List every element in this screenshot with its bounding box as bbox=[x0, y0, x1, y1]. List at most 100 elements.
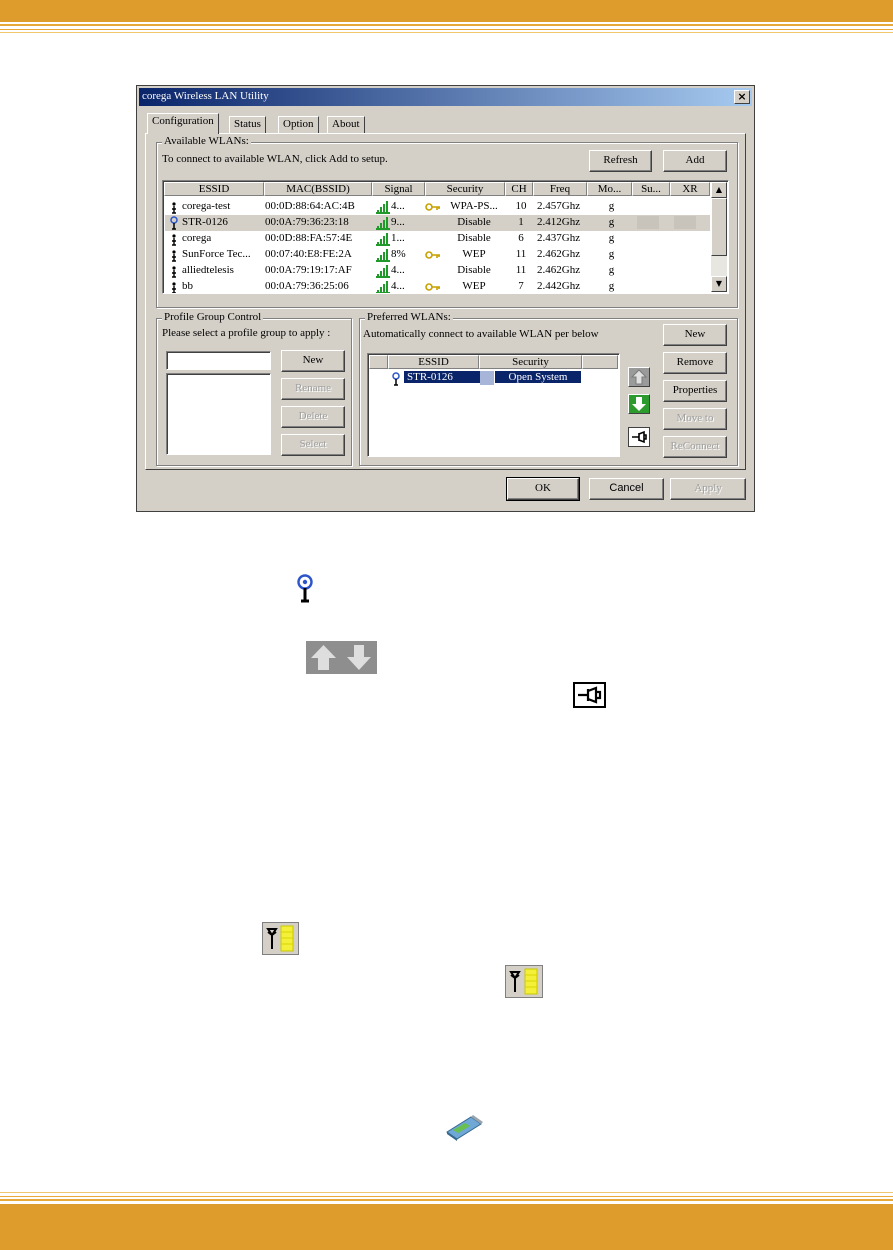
cell-freq: 2.412Ghz bbox=[537, 216, 581, 228]
window-title: corega Wireless LAN Utility bbox=[142, 90, 269, 102]
cell-ch: 11 bbox=[515, 248, 527, 260]
col-ch[interactable]: CH bbox=[505, 182, 533, 196]
cell-mac: 00:0A:79:36:25:06 bbox=[265, 280, 349, 292]
wireless-card-icon bbox=[446, 1115, 483, 1141]
preferred-wlans-legend: Preferred WLANs: bbox=[365, 311, 453, 323]
available-wlans-list[interactable]: ESSID MAC(BSSID) Signal Security CH Freq… bbox=[162, 180, 729, 294]
preferred-hint: Automatically connect to available WLAN … bbox=[363, 328, 599, 340]
rename-button[interactable]: Rename bbox=[281, 378, 345, 400]
cell-security: Disable bbox=[457, 216, 491, 228]
signal-bars-icon bbox=[376, 265, 390, 278]
cell-signal: 1... bbox=[391, 232, 405, 244]
pin-icon bbox=[573, 682, 606, 708]
cell-signal: 8% bbox=[391, 248, 406, 260]
selection-gap bbox=[480, 371, 494, 385]
cell-signal: 4... bbox=[391, 264, 405, 276]
cell-freq: 2.462Ghz bbox=[537, 248, 581, 260]
cell-ch: 10 bbox=[515, 200, 527, 212]
cell-security: WEP bbox=[462, 280, 486, 292]
available-wlan-row[interactable]: bb 00:0A:79:36:25:06 4... WEP 7 2.442Ghz g bbox=[165, 279, 710, 293]
profile-group-list[interactable] bbox=[166, 373, 271, 455]
cell-mac: 00:0A:79:19:17:AF bbox=[265, 264, 352, 276]
col-mac[interactable]: MAC(BSSID) bbox=[264, 182, 372, 196]
reconnect-button[interactable]: ReConnect bbox=[663, 436, 727, 458]
cell-freq: 2.442Ghz bbox=[537, 280, 581, 292]
move-down-arrow-icon[interactable] bbox=[628, 394, 650, 414]
cell-signal: 9... bbox=[391, 216, 405, 228]
preferred-wlan-row[interactable]: STR-0126 Open System bbox=[370, 371, 610, 387]
col-super[interactable]: Su... bbox=[632, 182, 670, 196]
tab-configuration[interactable]: Configuration bbox=[147, 113, 219, 134]
pref-col-essid[interactable]: ESSID bbox=[388, 355, 479, 369]
col-security[interactable]: Security bbox=[425, 182, 505, 196]
available-wlan-row[interactable]: corega-test 00:0D:88:64:AC:4B 4... WPA-PS..… bbox=[165, 199, 710, 215]
cell-security: WEP bbox=[462, 248, 486, 260]
bottom-orange-band bbox=[0, 1204, 893, 1250]
remove-button[interactable]: Remove bbox=[663, 352, 727, 374]
move-up-arrow-icon bbox=[306, 641, 341, 674]
col-xr[interactable]: XR bbox=[670, 182, 710, 196]
scroll-up-button[interactable]: ▲ bbox=[711, 182, 727, 198]
available-wlan-row[interactable]: corega 00:0D:88:FA:57:4E 1... Disable 6 2.437… bbox=[165, 231, 710, 247]
connected-ap-icon bbox=[297, 574, 313, 603]
signal-bars-icon bbox=[376, 217, 390, 230]
apply-button[interactable]: Apply bbox=[670, 478, 746, 500]
add-button[interactable]: Add bbox=[663, 150, 727, 172]
preferred-wlans-list[interactable]: ESSID Security STR-0126 Open System bbox=[367, 353, 620, 457]
signal-bars-icon bbox=[376, 249, 390, 262]
ok-button[interactable]: OK bbox=[506, 477, 580, 501]
scroll-down-button[interactable]: ▼ bbox=[711, 276, 727, 292]
checkbox-cell bbox=[637, 216, 659, 229]
available-wlan-row[interactable]: alliedtelesis 00:0A:79:19:17:AF 4... Disabl… bbox=[165, 263, 710, 279]
move-up-arrow-icon[interactable] bbox=[628, 367, 650, 387]
key-icon bbox=[425, 283, 440, 291]
select-button[interactable]: Select bbox=[281, 434, 345, 456]
connected-ap-icon bbox=[392, 372, 400, 386]
available-wlans-legend: Available WLANs: bbox=[162, 135, 251, 147]
cell-essid: corega bbox=[182, 232, 212, 244]
pref-col-security[interactable]: Security bbox=[479, 355, 582, 369]
wireless-utility-dialog: corega Wireless LAN Utility × Configurat… bbox=[136, 85, 755, 512]
col-essid[interactable]: ESSID bbox=[164, 182, 264, 196]
title-bar[interactable]: corega Wireless LAN Utility × bbox=[139, 88, 752, 106]
delete-button[interactable]: Delete bbox=[281, 406, 345, 428]
access-point-icon bbox=[172, 234, 176, 246]
tab-status[interactable]: Status bbox=[229, 116, 266, 133]
preferred-new-button[interactable]: New bbox=[663, 324, 727, 346]
cell-signal: 4... bbox=[391, 280, 405, 292]
available-wlan-row[interactable]: SunForce Tec... 00:07:40:E8:FE:2A 8% WEP 11 2… bbox=[165, 247, 710, 263]
cell-freq: 2.457Ghz bbox=[537, 200, 581, 212]
col-signal[interactable]: Signal bbox=[372, 182, 425, 196]
bottom-decor-line bbox=[0, 1199, 893, 1201]
scroll-thumb[interactable] bbox=[711, 198, 727, 256]
signal-strength-yellow-icon bbox=[262, 922, 299, 955]
profile-name-input[interactable] bbox=[166, 351, 271, 370]
profile-new-button[interactable]: New bbox=[281, 350, 345, 372]
bottom-decor-line bbox=[0, 1196, 893, 1197]
cell-ch: 7 bbox=[518, 280, 524, 292]
cancel-button[interactable]: Cancel bbox=[589, 478, 664, 500]
cell-essid: STR-0126 bbox=[404, 371, 481, 383]
signal-bars-icon bbox=[376, 233, 390, 246]
col-freq[interactable]: Freq bbox=[533, 182, 587, 196]
cell-essid: corega-test bbox=[182, 200, 231, 212]
properties-button[interactable]: Properties bbox=[663, 380, 727, 402]
available-wlans-group: Available WLANs: To connect to available… bbox=[156, 135, 738, 308]
cell-ch: 6 bbox=[518, 232, 524, 244]
tab-option[interactable]: Option bbox=[278, 116, 319, 133]
cell-security: WPA-PS... bbox=[450, 200, 498, 212]
cell-mode: g bbox=[608, 248, 615, 260]
refresh-button[interactable]: Refresh bbox=[589, 150, 652, 172]
tab-about[interactable]: About bbox=[327, 116, 365, 133]
move-to-button[interactable]: Move to bbox=[663, 408, 727, 430]
available-wlan-row[interactable]: STR-0126 00:0A:79:36:23:18 9... Disable 1 2.4… bbox=[165, 215, 710, 231]
vertical-scrollbar[interactable]: ▲ ▼ bbox=[711, 182, 727, 292]
close-button[interactable]: × bbox=[734, 90, 750, 104]
col-mode[interactable]: Mo... bbox=[587, 182, 632, 196]
pin-icon[interactable] bbox=[628, 427, 650, 447]
cell-essid: STR-0126 bbox=[182, 216, 228, 228]
cell-ch: 1 bbox=[518, 216, 524, 228]
cell-ch: 11 bbox=[515, 264, 527, 276]
profile-group-control: Profile Group Control Please select a pr… bbox=[156, 311, 352, 466]
cell-security: Open System bbox=[495, 371, 581, 383]
